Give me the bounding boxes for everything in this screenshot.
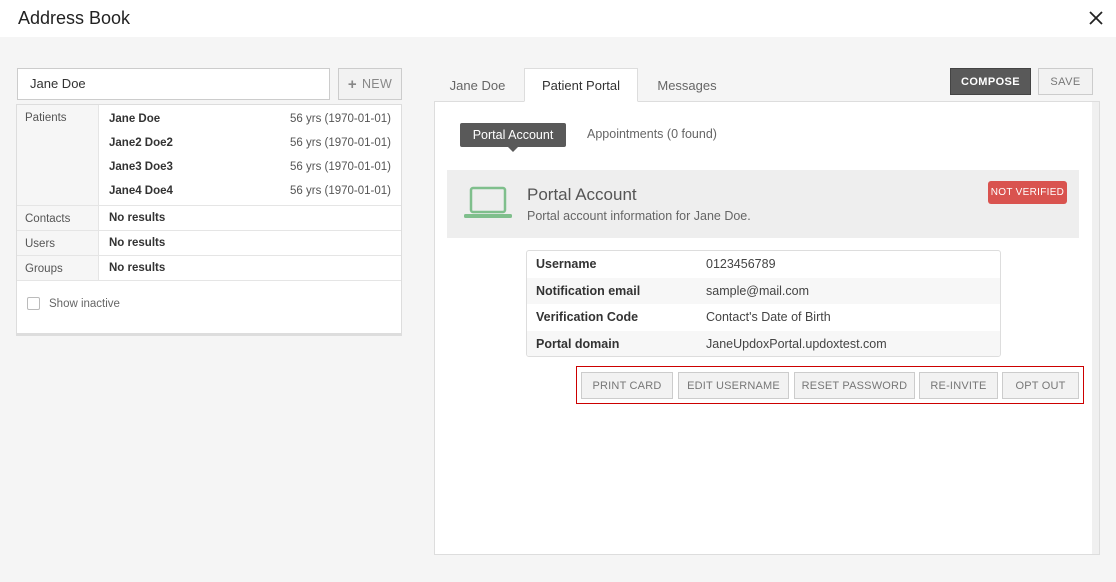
tab-messages[interactable]: Messages (648, 68, 726, 102)
new-button-label: NEW (361, 77, 393, 91)
result-row[interactable]: Jane Doe 56 yrs (1970-01-01) (99, 107, 401, 131)
group-label: Patients (17, 105, 99, 205)
info-row-username: Username 0123456789 (527, 251, 1000, 278)
subtab-portal-account[interactable]: Portal Account (460, 123, 566, 152)
window-title: Address Book (18, 8, 131, 28)
portal-info-table: Username 0123456789 Notification email s… (526, 250, 1001, 357)
no-results: No results (109, 237, 166, 249)
opt-out-button[interactable]: OPT OUT (1002, 372, 1079, 399)
info-row-email: Notification email sample@mail.com (527, 277, 1000, 304)
show-inactive-label: Show inactive (49, 297, 120, 310)
print-card-button[interactable]: PRINT CARD (581, 372, 673, 399)
title-bar: Address Book (0, 0, 1116, 37)
new-button[interactable]: + NEW (338, 68, 402, 100)
group-label: Groups (17, 256, 99, 280)
info-label: Portal domain (536, 336, 620, 351)
no-results: No results (109, 212, 166, 224)
plus-icon: + (347, 75, 357, 93)
result-meta: 56 yrs (1970-01-01) (290, 137, 391, 149)
info-label: Verification Code (536, 310, 639, 325)
result-name: Jane2 Doe2 (109, 137, 173, 149)
info-value: 0123456789 (706, 257, 776, 272)
result-name: Jane Doe (109, 113, 161, 125)
result-meta: 56 yrs (1970-01-01) (290, 113, 391, 125)
group-label: Users (17, 231, 99, 255)
panel-scrollbar[interactable] (1092, 102, 1099, 554)
group-patients: Patients Jane Doe 56 yrs (1970-01-01) Ja… (17, 105, 401, 206)
laptop-icon (464, 186, 512, 218)
card-subtitle: Portal account information for Jane Doe. (527, 209, 751, 223)
tab-patient-portal[interactable]: Patient Portal (524, 68, 638, 102)
close-icon[interactable] (1086, 8, 1106, 28)
result-row[interactable]: Jane3 Doe3 56 yrs (1970-01-01) (99, 155, 401, 179)
subtab-appointments[interactable]: Appointments (0 found) (587, 127, 717, 141)
result-row[interactable]: Jane4 Doe4 56 yrs (1970-01-01) (99, 179, 401, 203)
reset-password-button[interactable]: RESET PASSWORD (794, 372, 915, 399)
info-row-verification: Verification Code Contact's Date of Birt… (527, 304, 1000, 331)
portal-actions: PRINT CARD EDIT USERNAME RESET PASSWORD … (576, 366, 1084, 404)
info-label: Username (536, 257, 597, 272)
info-value: JaneUpdoxPortal.updoxtest.com (706, 336, 887, 351)
re-invite-button[interactable]: RE-INVITE (919, 372, 998, 399)
group-users: Users No results (17, 231, 401, 256)
show-inactive-toggle[interactable]: Show inactive (27, 297, 120, 310)
info-row-domain: Portal domain JaneUpdoxPortal.updoxtest.… (527, 330, 1000, 356)
portal-account-card: Portal Account Portal account informatio… (447, 170, 1079, 238)
tab-jane-doe[interactable]: Jane Doe (440, 68, 515, 102)
info-label: Notification email (536, 283, 641, 298)
card-title: Portal Account (527, 185, 637, 204)
result-name: Jane4 Doe4 (109, 185, 173, 197)
group-label: Contacts (17, 206, 99, 230)
result-meta: 56 yrs (1970-01-01) (290, 185, 391, 197)
info-value: Contact's Date of Birth (706, 310, 831, 325)
compose-button[interactable]: COMPOSE (950, 68, 1031, 95)
group-contacts: Contacts No results (17, 206, 401, 231)
group-groups: Groups No results (17, 256, 401, 281)
show-inactive-checkbox[interactable] (27, 297, 40, 310)
search-results: Patients Jane Doe 56 yrs (1970-01-01) Ja… (16, 104, 402, 334)
info-value: sample@mail.com (706, 283, 809, 298)
status-badge: NOT VERIFIED (988, 181, 1067, 204)
edit-username-button[interactable]: EDIT USERNAME (678, 372, 789, 399)
result-name: Jane3 Doe3 (109, 161, 173, 173)
result-meta: 56 yrs (1970-01-01) (290, 161, 391, 173)
save-button[interactable]: SAVE (1038, 68, 1093, 95)
search-input[interactable]: Jane Doe (17, 68, 330, 100)
result-row[interactable]: Jane2 Doe2 56 yrs (1970-01-01) (99, 131, 401, 155)
no-results: No results (109, 262, 166, 274)
